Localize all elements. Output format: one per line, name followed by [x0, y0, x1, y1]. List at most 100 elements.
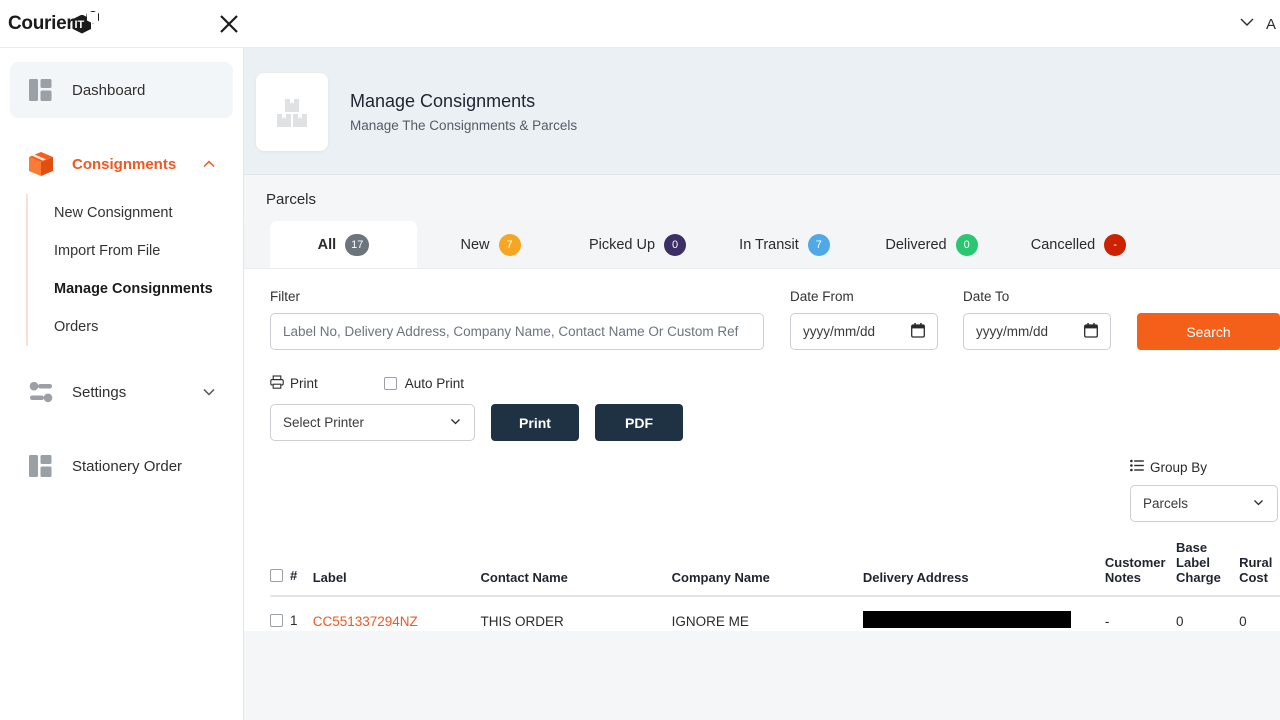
th-line: Base — [1176, 540, 1207, 555]
select-all-checkbox[interactable] — [270, 569, 283, 582]
chevron-down-icon — [449, 415, 462, 431]
sidebar-subitem-new-consignment[interactable]: New Consignment — [54, 194, 243, 232]
th-contact-name: Contact Name — [480, 540, 671, 596]
tab-in-transit[interactable]: In Transit 7 — [711, 221, 858, 268]
sidebar-subitem-manage-consignments[interactable]: Manage Consignments — [54, 270, 243, 308]
tab-new[interactable]: New 7 — [417, 221, 564, 268]
sidebar-subitem-import-from-file[interactable]: Import From File — [54, 232, 243, 270]
account-menu[interactable]: A — [1238, 0, 1280, 48]
cell-delivery-address — [863, 596, 1105, 631]
sidebar-item-settings[interactable]: Settings — [10, 364, 233, 420]
cell-label[interactable]: CC551337294NZ — [313, 596, 481, 631]
logo-cube-label: IT — [74, 19, 84, 31]
group-by-value: Parcels — [1143, 496, 1188, 511]
print-header: Print Auto Print — [270, 375, 1280, 392]
cell-base-label-charge: 0 — [1176, 596, 1239, 631]
page-subtitle: Manage The Consignments & Parcels — [350, 118, 577, 133]
sidebar-subitem-label: New Consignment — [54, 205, 172, 221]
th-delivery-address: Delivery Address — [863, 540, 1105, 596]
th-customer-notes: Customer Notes — [1105, 540, 1176, 596]
parcels-title: Parcels — [244, 191, 1280, 222]
tab-label: New — [460, 237, 489, 253]
th-line: Label — [1176, 555, 1210, 570]
auto-print-checkbox[interactable] — [384, 377, 397, 390]
account-label: A — [1266, 16, 1280, 33]
tab-label: Picked Up — [589, 237, 655, 253]
tab-picked-up[interactable]: Picked Up 0 — [564, 221, 711, 268]
group-by-label: Group By — [1150, 460, 1207, 475]
table-row[interactable]: 1 CC551337294NZ THIS ORDER IGNORE ME - 0 — [270, 596, 1280, 631]
th-label: Label — [313, 540, 481, 596]
cell-contact-name: THIS ORDER — [480, 596, 671, 631]
calendar-icon[interactable] — [1084, 323, 1098, 341]
tab-all[interactable]: All 17 — [270, 221, 417, 268]
chevron-down-icon[interactable] — [1238, 13, 1256, 36]
date-from-value: yyyy/mm/dd — [803, 324, 875, 339]
pdf-button[interactable]: PDF — [595, 404, 683, 441]
grid-icon — [26, 75, 56, 105]
sidebar-item-label: Consignments — [72, 156, 176, 173]
th-line: Rural — [1239, 555, 1272, 570]
cell-company-name: IGNORE ME — [672, 596, 863, 631]
date-from-input[interactable]: yyyy/mm/dd — [790, 313, 938, 350]
parcels-card: Parcels All 17 New 7 Picked Up 0 In Tran… — [244, 175, 1280, 720]
printer-select[interactable]: Select Printer — [270, 404, 475, 441]
th-line: Charge — [1176, 570, 1221, 585]
th-line: Cost — [1239, 570, 1268, 585]
group-by-label-group: Group By — [1130, 459, 1207, 475]
auto-print-label: Auto Print — [405, 376, 464, 391]
date-to-input[interactable]: yyyy/mm/dd — [963, 313, 1111, 350]
sidebar-subitem-label: Manage Consignments — [54, 281, 213, 297]
group-by-select[interactable]: Parcels — [1130, 485, 1278, 522]
print-button[interactable]: Print — [491, 404, 579, 441]
sidebar-item-consignments[interactable]: Consignments — [10, 136, 233, 192]
th-company-name: Company Name — [672, 540, 863, 596]
logo-cube-icon: IT — [72, 11, 102, 37]
date-from-label: Date From — [790, 289, 938, 304]
sidebar-item-label: Stationery Order — [72, 458, 182, 475]
tab-label: In Transit — [739, 237, 799, 253]
chevron-down-icon — [1252, 496, 1265, 512]
grid-icon — [26, 451, 56, 481]
sidebar-subitem-orders[interactable]: Orders — [54, 308, 243, 346]
table-header: # Label Contact Name Company Name Delive… — [270, 540, 1280, 596]
row-index: 1 — [290, 613, 298, 628]
print-section: Print Auto Print Select Printer — [244, 350, 1280, 441]
tab-label: All — [318, 237, 337, 253]
sidebar: Dashboard Consignments New Consignment I… — [0, 48, 244, 720]
cell-index: 1 — [270, 596, 313, 631]
sidebar-submenu-consignments: New Consignment Import From File Manage … — [26, 194, 243, 346]
th-line: Customer — [1105, 555, 1166, 570]
brand-name: Courier — [8, 13, 73, 35]
cell-customer-notes: - — [1105, 596, 1176, 631]
calendar-icon[interactable] — [911, 323, 925, 341]
app-logo[interactable]: Courier IT — [8, 0, 198, 48]
print-label: Print — [290, 376, 318, 391]
tab-label: Delivered — [885, 237, 946, 253]
filter-label: Filter — [270, 289, 764, 304]
main-content: Manage Consignments Manage The Consignme… — [244, 48, 1280, 720]
page-header: Manage Consignments Manage The Consignme… — [244, 48, 1280, 175]
chevron-down-icon[interactable] — [201, 384, 217, 400]
th-index-label: # — [290, 568, 297, 583]
chevron-up-icon[interactable] — [201, 156, 217, 172]
sidebar-item-stationery-order[interactable]: Stationery Order — [10, 438, 233, 494]
print-label-group: Print — [270, 375, 318, 392]
sidebar-spacer — [0, 346, 243, 364]
sidebar-item-dashboard[interactable]: Dashboard — [10, 62, 233, 118]
close-icon[interactable] — [214, 9, 244, 39]
auto-print-group[interactable]: Auto Print — [384, 376, 464, 391]
tab-cancelled[interactable]: Cancelled - — [1005, 221, 1152, 268]
cell-rural-cost: 0 — [1239, 596, 1280, 631]
tab-delivered[interactable]: Delivered 0 — [858, 221, 1005, 268]
search-input-placeholder: Label No, Delivery Address, Company Name… — [283, 324, 738, 339]
row-checkbox[interactable] — [270, 614, 283, 627]
package-icon — [26, 149, 56, 179]
table-body: 1 CC551337294NZ THIS ORDER IGNORE ME - 0 — [270, 596, 1280, 631]
search-input[interactable]: Label No, Delivery Address, Company Name… — [270, 313, 764, 350]
tab-badge: 0 — [664, 234, 686, 256]
tab-badge: 7 — [499, 234, 521, 256]
search-button[interactable]: Search — [1137, 313, 1280, 350]
parcels-table: # Label Contact Name Company Name Delive… — [270, 540, 1280, 631]
print-controls: Select Printer Print PDF — [270, 404, 1280, 441]
